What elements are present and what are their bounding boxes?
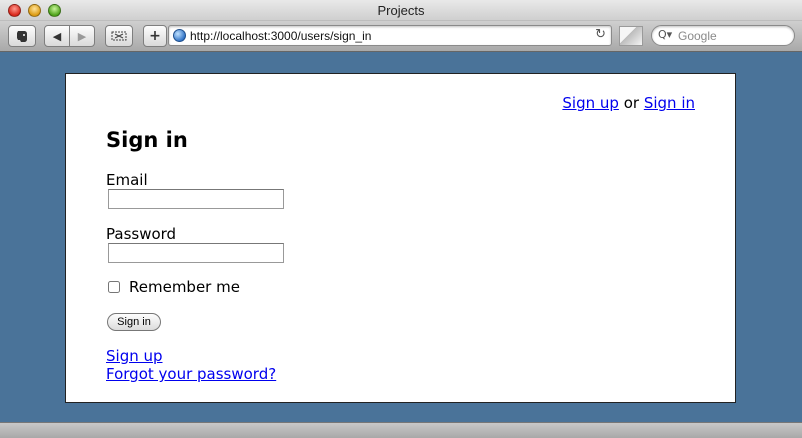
elephant-icon <box>17 31 27 42</box>
forward-button[interactable]: ▶ <box>69 25 95 47</box>
password-field[interactable] <box>108 243 284 263</box>
globe-icon <box>173 29 186 42</box>
window-title: Projects <box>377 3 425 18</box>
clip-button[interactable] <box>105 25 133 47</box>
footer-links: Sign up Forgot your password? <box>106 347 276 383</box>
signup-link[interactable]: Sign up <box>562 94 619 112</box>
email-label: Email <box>106 171 148 189</box>
search-placeholder: Google <box>678 29 717 43</box>
plus-icon: + <box>149 28 161 44</box>
signin-link[interactable]: Sign in <box>644 94 695 112</box>
title-bar: Projects <box>0 0 802 21</box>
search-field[interactable]: Q▾ Google <box>651 25 795 46</box>
sign-in-button[interactable]: Sign in <box>107 313 161 331</box>
search-icon: Q▾ <box>658 28 673 41</box>
forward-arrow-icon: ▶ <box>77 29 87 43</box>
page-title: Sign in <box>106 128 188 152</box>
remember-me-label: Remember me <box>129 278 240 296</box>
address-text[interactable]: http://localhost:3000/users/sign_in <box>190 29 371 43</box>
evernote-button[interactable] <box>8 25 36 47</box>
email-field[interactable] <box>108 189 284 209</box>
address-bar[interactable]: http://localhost:3000/users/sign_in ↻ <box>168 25 612 46</box>
remember-me-checkbox[interactable] <box>108 281 120 293</box>
status-bar <box>0 422 802 438</box>
back-button[interactable]: ◀ <box>44 25 70 47</box>
rss-icon[interactable] <box>619 26 643 46</box>
remember-me-row[interactable]: Remember me <box>108 278 240 296</box>
user-nav: Sign up or Sign in <box>562 94 695 112</box>
password-label: Password <box>106 225 177 243</box>
page-content: Sign up or Sign in Sign in Email Passwor… <box>65 73 736 403</box>
reload-icon[interactable]: ↻ <box>595 27 606 42</box>
scissors-icon <box>111 31 127 41</box>
footer-signup-link[interactable]: Sign up <box>106 347 276 365</box>
add-bookmark-button[interactable]: + <box>143 25 167 47</box>
back-arrow-icon: ◀ <box>52 29 62 43</box>
forgot-password-link[interactable]: Forgot your password? <box>106 365 276 383</box>
or-text: or <box>623 94 640 112</box>
